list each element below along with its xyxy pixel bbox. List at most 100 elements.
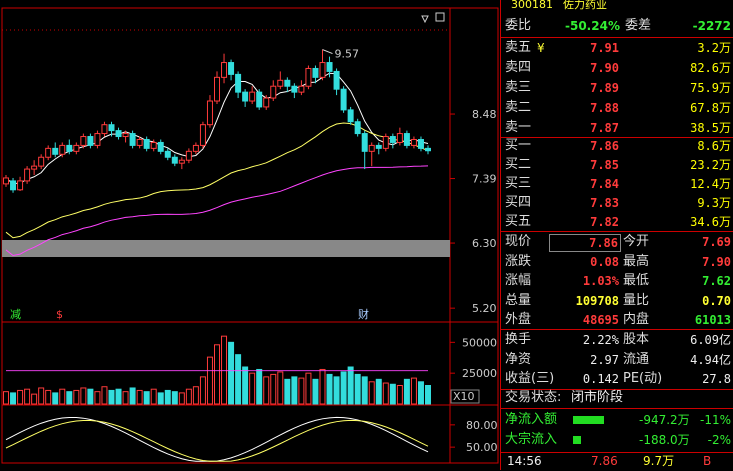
candle	[171, 156, 178, 164]
status-label: 交易状态:	[505, 390, 562, 405]
volume-tick-label: 50000	[462, 336, 497, 349]
event-marker[interactable]: 减	[10, 308, 21, 321]
candle	[66, 144, 73, 152]
tick-volume: 9.7万	[643, 454, 675, 468]
candle	[24, 168, 31, 182]
volume-bar	[150, 388, 157, 405]
volume-bar	[361, 376, 368, 405]
candle	[291, 85, 298, 93]
candle	[403, 133, 410, 146]
bid-price: 7.82	[590, 215, 619, 229]
bid-row: 买四 7.83 9.3万	[503, 193, 733, 213]
volume-bar	[263, 376, 270, 405]
volume-bar	[129, 387, 136, 405]
bid-label: 买四	[505, 195, 532, 210]
flow-bar	[573, 416, 604, 424]
volume-bar	[235, 354, 242, 405]
volume-bar	[214, 344, 220, 405]
finance-label: 换手	[505, 332, 532, 347]
volume-bar	[228, 341, 235, 405]
finance-value: 6.09亿	[690, 333, 731, 347]
stat-row: 现价 7.86 今开 7.69	[503, 232, 733, 252]
bid-volume: 34.6万	[690, 215, 731, 229]
candle	[305, 67, 312, 87]
stat-value: 1.03%	[582, 274, 619, 288]
stat-value: 7.86	[549, 234, 621, 252]
volume-bar	[31, 393, 38, 405]
candle	[326, 62, 333, 72]
candle	[143, 138, 150, 149]
ask-price: 7.90	[590, 61, 619, 75]
tick-price: 7.86	[591, 454, 618, 468]
finance-label: 流通	[623, 351, 650, 367]
bid-label: 买三	[505, 176, 532, 191]
volume-bar	[73, 389, 80, 405]
candle	[228, 62, 235, 75]
candle	[396, 133, 403, 143]
candle	[368, 144, 375, 152]
candle	[206, 100, 213, 126]
ask-row: 卖四 7.90 82.6万	[503, 58, 733, 78]
finance-row: 净资 2.97 流通 4.94亿	[503, 350, 733, 370]
tick-flag: B	[703, 454, 712, 468]
volume-bar	[410, 377, 417, 405]
volume-bar	[59, 388, 66, 405]
candle	[235, 73, 242, 93]
yuan-icon: ¥	[537, 41, 545, 55]
bid-volume: 23.2万	[690, 158, 731, 172]
candle	[129, 133, 136, 146]
bid-price: 7.86	[590, 139, 619, 153]
event-marker[interactable]: $	[56, 308, 63, 321]
candle	[389, 136, 396, 143]
volume-bar	[326, 373, 333, 405]
volume-bar	[312, 378, 319, 405]
tick-row: 14:56 7.86 9.7万 B	[503, 451, 733, 471]
candle	[136, 138, 143, 146]
finance-value: 27.8	[702, 372, 731, 386]
volume-bar	[347, 366, 354, 405]
ask-price: 7.91	[590, 41, 619, 55]
flow-percent: -2%	[707, 433, 731, 447]
bid-row: 买三 7.84 12.4万	[503, 174, 733, 194]
volume-bar	[425, 385, 431, 405]
kline-chart[interactable]: 50000 25000 X10 80.00 50.00 9.57 8.48 7.39 6.3…	[0, 0, 500, 470]
stat-label: 今开	[623, 234, 650, 249]
stat-label: 现价	[505, 234, 532, 249]
volume-bar	[171, 391, 178, 405]
event-marker[interactable]: 财	[358, 307, 369, 321]
volume-bar	[192, 386, 199, 405]
stock-name: 佐力药业	[563, 0, 607, 11]
osc-tick-label: 50.00	[466, 441, 498, 454]
flow-value: -188.0万	[639, 433, 690, 447]
ask-price: 7.88	[590, 101, 619, 115]
volume-bar	[249, 372, 256, 405]
volume-bar	[319, 368, 326, 405]
ask-price: 7.89	[590, 81, 619, 95]
stat-value: 61013	[694, 313, 731, 327]
volume-bar	[185, 388, 192, 405]
ask-row: 卖二 7.88 67.8万	[503, 98, 733, 118]
finance-value: 2.97	[590, 352, 619, 367]
candle	[10, 180, 17, 191]
volume-bar	[87, 388, 94, 405]
status-value: 闭市阶段	[571, 390, 624, 405]
flow-bar	[573, 436, 581, 444]
ask-volume: 75.9万	[690, 81, 731, 95]
stat-label: 最高	[623, 253, 650, 269]
stat-row: 涨幅 1.03% 最低 7.62	[503, 271, 733, 291]
volume-bar	[199, 376, 206, 405]
finance-label: 收益(三)	[505, 371, 555, 386]
candle	[410, 138, 417, 146]
bid-price: 7.83	[590, 196, 619, 210]
candle	[417, 138, 424, 149]
candle	[340, 88, 347, 111]
bid-label: 买一	[505, 138, 532, 153]
ask-label: 卖五	[505, 40, 532, 55]
stat-row: 涨跌 0.08 最高 7.90	[503, 252, 733, 272]
volume-bar	[403, 378, 410, 405]
flow-percent: -11%	[699, 413, 731, 427]
volume-bar	[206, 356, 213, 405]
bid-volume: 8.6万	[697, 139, 731, 153]
candle	[80, 136, 87, 146]
candle	[94, 133, 101, 146]
